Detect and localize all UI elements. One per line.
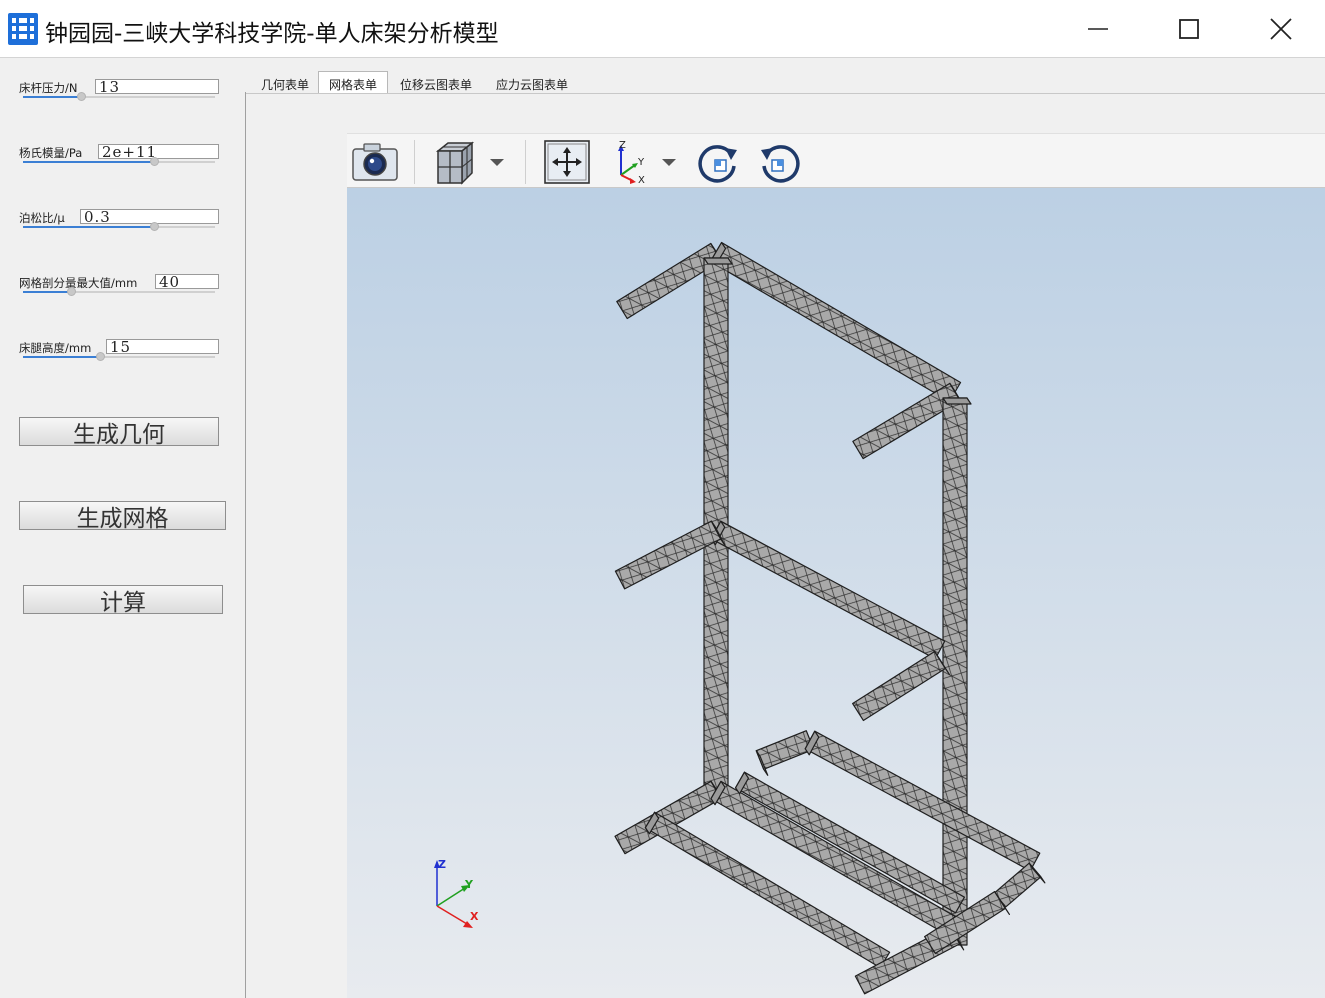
triad-label-x: X bbox=[470, 910, 479, 923]
tab-displacement[interactable]: 位移云图表单 bbox=[392, 72, 480, 93]
view-cube-dropdown[interactable] bbox=[487, 138, 507, 186]
rotate-cw-icon bbox=[698, 145, 737, 183]
close-button[interactable] bbox=[1235, 0, 1325, 58]
maximize-icon bbox=[1179, 19, 1199, 39]
window-title: 钟园园-三峡大学科技学院-单人床架分析模型 bbox=[45, 21, 499, 47]
axis-label-y: Y bbox=[637, 157, 645, 168]
param-row-pressure: 床杆压力/N 13 bbox=[0, 79, 240, 120]
youngs-modulus-input[interactable]: 2e+11 bbox=[98, 144, 219, 159]
mesh-bar-top-rail bbox=[709, 241, 962, 403]
title-bar: 钟园园-三峡大学科技学院-单人床架分析模型 bbox=[0, 0, 1325, 58]
minimize-icon bbox=[1088, 28, 1108, 30]
maximize-button[interactable] bbox=[1143, 0, 1235, 58]
tab-mesh[interactable]: 网格表单 bbox=[318, 71, 388, 93]
axis-label-z: Z bbox=[619, 140, 626, 151]
dropdown-arrow-icon bbox=[662, 159, 676, 166]
slider-fill bbox=[23, 291, 71, 293]
mesh-bar-right-post-cap bbox=[942, 397, 972, 405]
mesh-bar-left-post-cap bbox=[703, 257, 733, 265]
poisson-slider[interactable] bbox=[23, 222, 215, 231]
param-label: 床杆压力/N bbox=[19, 81, 78, 95]
rotate-counterclockwise-button[interactable] bbox=[757, 138, 803, 186]
param-label: 网格剖分量最大值/mm bbox=[19, 276, 138, 290]
axis-label-x: X bbox=[638, 175, 645, 185]
slider-thumb[interactable] bbox=[95, 352, 105, 361]
rotate-ccw-icon bbox=[761, 145, 800, 183]
mesh-size-slider[interactable] bbox=[23, 287, 215, 296]
fit-view-icon bbox=[544, 140, 590, 184]
camera-icon bbox=[352, 143, 398, 181]
viewer-toolbar: Z Y X bbox=[347, 133, 1325, 188]
3d-viewport[interactable]: Z Y X bbox=[347, 188, 1325, 998]
slider-fill bbox=[23, 226, 154, 228]
axes-view-button[interactable]: Z Y X bbox=[609, 138, 655, 186]
generate-geometry-button[interactable]: 生成几何 bbox=[19, 417, 219, 448]
param-row-youngs-modulus: 杨氏模量/Pa 2e+11 bbox=[0, 144, 240, 185]
app-icon bbox=[8, 13, 38, 45]
pressure-input[interactable]: 13 bbox=[95, 79, 219, 94]
slider-thumb[interactable] bbox=[149, 157, 159, 166]
slider-fill bbox=[23, 96, 81, 98]
param-label: 泊松比/μ bbox=[19, 211, 65, 225]
tab-stress[interactable]: 应力云图表单 bbox=[488, 72, 576, 93]
bed-frame-mesh: Z Y X bbox=[434, 241, 1046, 995]
leg-height-input[interactable]: 15 bbox=[106, 339, 219, 354]
slider-thumb[interactable] bbox=[67, 287, 76, 296]
param-row-mesh-size: 网格剖分量最大值/mm 40 bbox=[0, 274, 240, 315]
fit-view-button[interactable] bbox=[543, 138, 591, 186]
generate-mesh-button[interactable]: 生成网格 bbox=[19, 501, 226, 532]
minimize-button[interactable] bbox=[1052, 0, 1144, 58]
mesh-bar-right-post bbox=[942, 397, 968, 946]
mesh-bar-middle-rail bbox=[710, 520, 946, 660]
slider-fill bbox=[23, 161, 154, 163]
axes-icon: Z Y X bbox=[618, 140, 645, 185]
dropdown-arrow-icon bbox=[490, 159, 504, 166]
toolbar-separator bbox=[414, 140, 415, 184]
param-label: 杨氏模量/Pa bbox=[19, 146, 83, 160]
compute-button[interactable]: 计算 bbox=[23, 585, 223, 616]
tab-geometry[interactable]: 几何表单 bbox=[252, 72, 318, 93]
param-label: 床腿高度/mm bbox=[19, 341, 92, 355]
poisson-input[interactable]: 0.3 bbox=[80, 209, 219, 224]
mesh-viewer: Z Y X Z Y X bbox=[347, 133, 1325, 998]
axis-triad: Z Y X bbox=[434, 858, 479, 928]
slider-fill bbox=[23, 356, 100, 358]
tab-bar: 几何表单 网格表单 位移云图表单 应力云图表单 bbox=[246, 71, 1325, 93]
leg-height-slider[interactable] bbox=[23, 352, 215, 361]
close-icon bbox=[1270, 18, 1292, 40]
youngs-modulus-slider[interactable] bbox=[23, 157, 215, 166]
screenshot-button[interactable] bbox=[351, 138, 399, 186]
slider-thumb[interactable] bbox=[76, 92, 86, 101]
pressure-slider[interactable] bbox=[23, 92, 215, 101]
view-cube-icon bbox=[435, 141, 475, 185]
mesh-bar-right-mid-arm bbox=[852, 650, 946, 722]
app-window: 钟园园-三峡大学科技学院-单人床架分析模型 床杆压力/N 13 杨氏模量/Pa … bbox=[0, 0, 1325, 998]
toolbar-separator bbox=[525, 140, 526, 184]
view-cube-button[interactable] bbox=[432, 138, 480, 186]
param-row-leg-height: 床腿高度/mm 15 bbox=[0, 339, 240, 380]
rotate-clockwise-button[interactable] bbox=[695, 138, 741, 186]
mesh-size-input[interactable]: 40 bbox=[155, 274, 219, 289]
mesh-bar-base-loop-top bbox=[755, 730, 815, 770]
axes-view-dropdown[interactable] bbox=[659, 138, 679, 186]
slider-thumb[interactable] bbox=[149, 222, 159, 231]
param-row-poisson: 泊松比/μ 0.3 bbox=[0, 209, 240, 250]
triad-label-z: Z bbox=[438, 858, 446, 871]
triad-label-y: Y bbox=[464, 878, 474, 891]
